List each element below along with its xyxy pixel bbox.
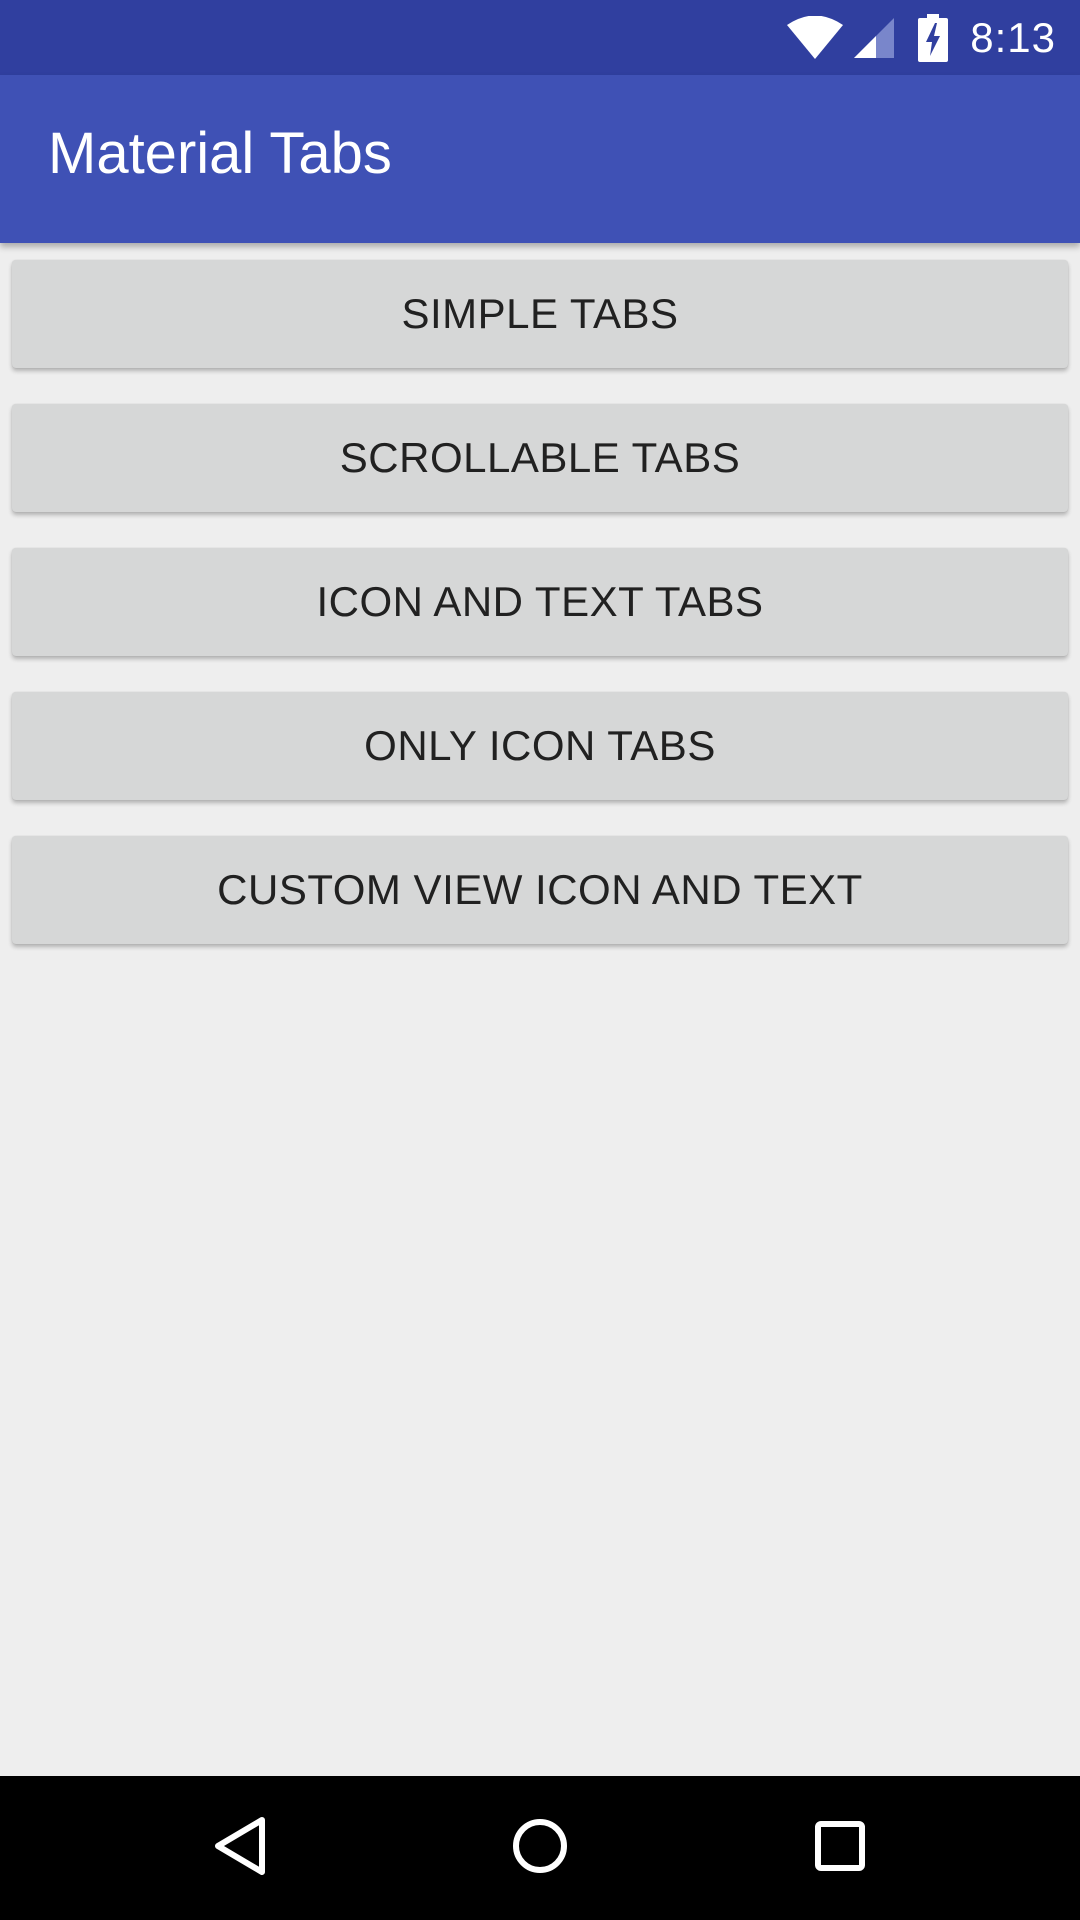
screen: 8:13 Material Tabs SIMPLE TABS SCROLLABL… — [0, 0, 1080, 1920]
battery-charging-icon — [918, 13, 949, 62]
scrollable-tabs-button[interactable]: SCROLLABLE TABS — [12, 404, 1068, 512]
icon-and-text-tabs-button[interactable]: ICON AND TEXT TABS — [12, 548, 1068, 656]
status-icons: 8:13 — [786, 0, 1056, 75]
back-button[interactable] — [140, 1776, 340, 1920]
recents-button[interactable] — [740, 1776, 940, 1920]
home-icon — [512, 1818, 568, 1879]
app-bar: Material Tabs — [0, 75, 1080, 243]
signal-icon — [852, 16, 896, 60]
home-button[interactable] — [440, 1776, 640, 1920]
navigation-bar — [0, 1776, 1080, 1920]
status-bar: 8:13 — [0, 0, 1080, 75]
custom-view-icon-and-text-button[interactable]: CUSTOM VIEW ICON AND TEXT — [12, 836, 1068, 944]
only-icon-tabs-button[interactable]: ONLY ICON TABS — [12, 692, 1068, 800]
simple-tabs-button[interactable]: SIMPLE TABS — [12, 260, 1068, 368]
button-list: SIMPLE TABS SCROLLABLE TABS ICON AND TEX… — [12, 260, 1068, 980]
app-title: Material Tabs — [48, 121, 392, 186]
recents-icon — [815, 1820, 865, 1876]
wifi-icon — [786, 15, 844, 60]
status-clock: 8:13 — [970, 13, 1056, 61]
back-icon — [212, 1816, 268, 1881]
